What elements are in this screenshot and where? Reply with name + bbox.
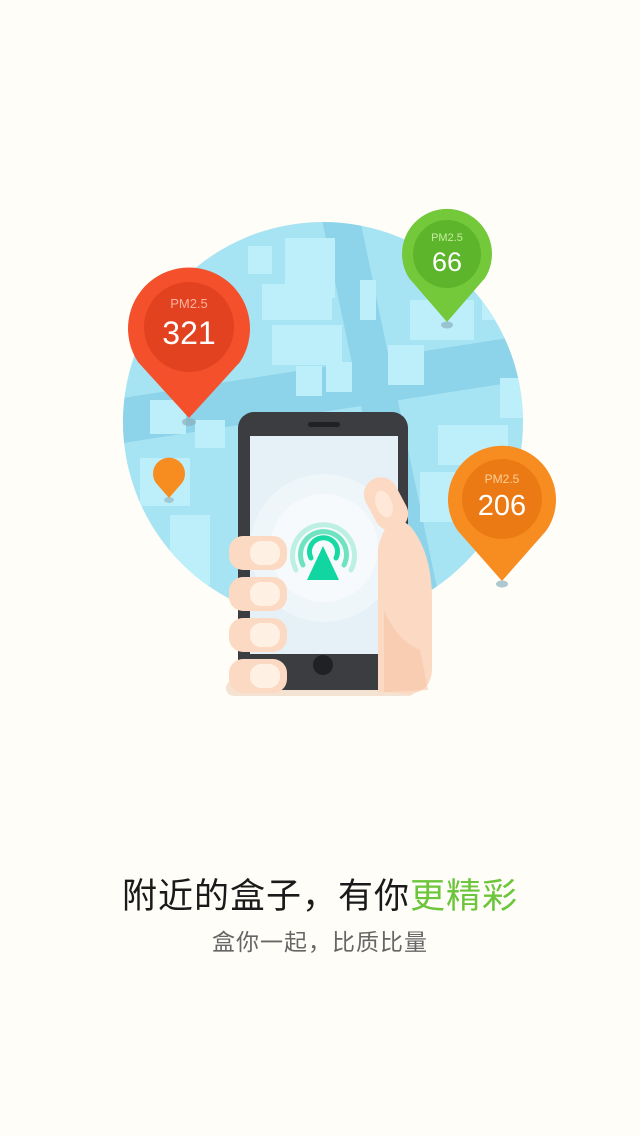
onboarding-illustration: PM2.5 321 PM2.5 66 PM2.5 206 xyxy=(123,208,556,696)
pin-label: PM2.5 xyxy=(485,472,520,486)
pin-label: PM2.5 xyxy=(431,232,463,244)
pin-value: 321 xyxy=(162,315,215,351)
pin-label: PM2.5 xyxy=(170,296,208,311)
pin-value: 206 xyxy=(478,490,526,522)
headline: 附近的盒子，有你更精彩 xyxy=(0,872,640,922)
headline-accent: 更精彩 xyxy=(410,877,519,917)
subheadline: 盒你一起，比质比量 xyxy=(212,930,428,956)
headline-text: 附近的盒子，有你 xyxy=(121,877,410,917)
pm25-pin-206[interactable]: PM2.5 206 xyxy=(448,445,556,588)
pin-value: 66 xyxy=(432,247,462,277)
